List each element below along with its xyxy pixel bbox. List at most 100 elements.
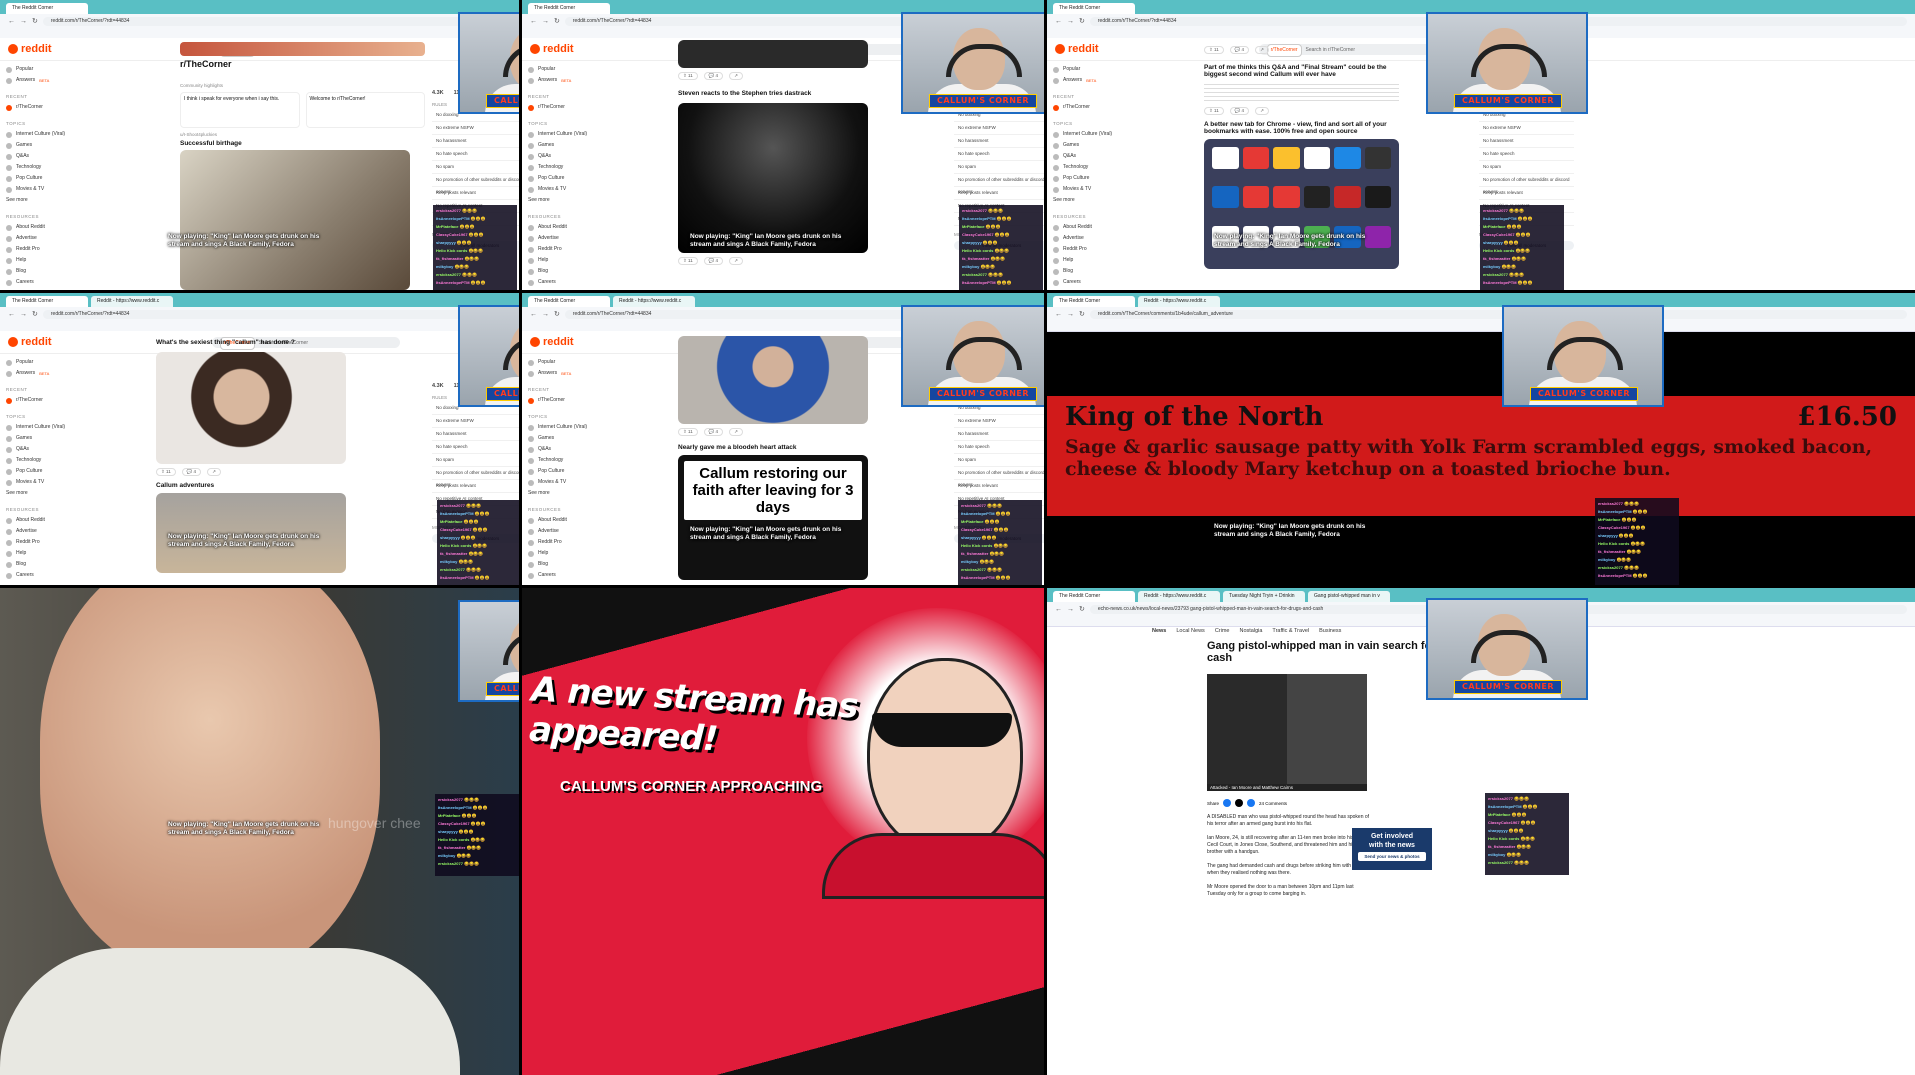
sidebar-item-topic[interactable]: Technology [528,455,598,466]
comment-icon[interactable]: 💬 4 [1229,107,1250,115]
sidebar-item-answers[interactable]: Answers BETA [1053,75,1123,86]
sidebar-item-topic[interactable]: Games [528,140,598,151]
sidebar-item-topic[interactable]: Internet Culture (Viral) [1053,129,1123,140]
news-nav-item[interactable]: Crime [1215,628,1230,634]
bookmark-tile[interactable] [1303,186,1330,209]
reload-icon[interactable]: ↻ [32,310,38,318]
post-media-top[interactable] [678,40,868,68]
sidebar-item-topic[interactable]: Q&As [6,151,76,162]
news-nav-item[interactable]: Business [1319,628,1341,634]
bookmark-tile[interactable] [1364,186,1391,209]
sidebar-item-popular[interactable]: Popular [6,357,76,368]
bookmark-tile[interactable] [1334,147,1361,169]
upvote-icon[interactable]: ⇧ 11 [678,428,698,436]
share-button[interactable]: ↗ [729,257,743,265]
rule-item[interactable]: No hate speech [432,441,519,454]
back-icon[interactable]: ← [1055,606,1062,613]
sidebar-item-thecorner[interactable]: r/TheCorner [528,102,598,113]
back-icon[interactable]: ← [1055,311,1062,318]
browser-tab[interactable]: Reddit - https://www.reddit.c [1138,591,1220,602]
sidebar-item-resource[interactable]: Blog [6,266,76,277]
sidebar-item-popular[interactable]: Popular [528,357,598,368]
news-promo[interactable]: Get involved with the news Send your news … [1352,828,1432,870]
sidebar-item-resource[interactable]: Advertise [528,526,598,537]
sidebar-item-resource[interactable]: Reddit Pro [6,537,76,548]
sidebar-item-resource[interactable]: Advertise [6,233,76,244]
forward-icon[interactable]: → [1067,18,1074,25]
see-more-link[interactable]: See more [528,488,598,499]
sidebar-item-resource[interactable]: Help [1053,255,1123,266]
sidebar-item-thecorner[interactable]: r/TheCorner [1053,102,1123,113]
rule-item[interactable]: No harassment [432,428,519,441]
post-title-2[interactable]: Callum adventures [156,482,346,489]
reload-icon[interactable]: ↻ [554,17,560,25]
rule-item[interactable]: No extreme NSFW [1479,122,1574,135]
post-title[interactable]: Successful birthage [180,140,425,147]
upvote-icon[interactable]: ⇧ 11 [1204,107,1224,115]
promo-button[interactable]: Send your news & photos [1358,852,1426,861]
sidebar-item-topic[interactable]: Technology [528,162,598,173]
reload-icon[interactable]: ↻ [554,310,560,318]
sidebar-item-resource[interactable]: Careers [528,277,598,288]
post-title[interactable]: Part of me thinks this Q&A and "Final St… [1204,64,1399,78]
sidebar-item-resource[interactable]: Help [6,255,76,266]
upvote-icon[interactable]: ⇧ 11 [678,257,698,265]
rule-item[interactable]: Keep posts relevant [432,187,519,200]
sidebar-item-topic[interactable]: Movies & TV [6,477,76,488]
bookmark-tile[interactable] [1273,147,1300,169]
rule-item[interactable]: No hate speech [954,148,1044,161]
rule-item[interactable]: No promotion of other subreddits or disc… [432,467,519,487]
ad-title[interactable]: A better new tab for Chrome - view, find… [1204,121,1399,135]
bookmark-tile[interactable] [1364,225,1391,248]
sidebar-item-resource[interactable]: Blog [528,559,598,570]
sidebar-item-topic[interactable]: Q&As [528,151,598,162]
see-more-link[interactable]: See more [6,195,76,206]
sidebar-item-resource[interactable]: About Reddit [6,222,76,233]
rule-item[interactable]: Keep posts relevant [432,480,519,493]
reddit-logo[interactable]: reddit [1055,43,1099,55]
sidebar-item-resource[interactable]: Advertise [528,233,598,244]
sidebar-item-topic[interactable]: Pop Culture [528,173,598,184]
rule-item[interactable]: No extreme NSFW [432,122,519,135]
bookmark-tile[interactable] [1303,147,1330,169]
news-nav-item[interactable]: Nostalgia [1239,628,1262,634]
sidebar-item-topic[interactable]: Games [1053,140,1123,151]
sidebar-item-resource[interactable]: Reddit Pro [6,244,76,255]
rule-item[interactable]: No spam [432,161,519,174]
forward-icon[interactable]: → [20,311,27,318]
sidebar-item-topic[interactable]: Games [6,140,76,151]
rule-item[interactable]: No extreme NSFW [432,415,519,428]
sidebar-item-thecorner[interactable]: r/TheCorner [6,102,76,113]
sidebar-item-topic[interactable]: Q&As [528,444,598,455]
share-button[interactable]: ↗ [1255,46,1269,54]
sidebar-item-topic[interactable]: Internet Culture (Viral) [528,129,598,140]
sidebar-item-resource[interactable]: Advertise [6,526,76,537]
bookmark-tile[interactable] [1364,147,1391,169]
rule-item[interactable]: No spam [1479,161,1574,174]
rule-item[interactable]: No promotion of other subreddits or disc… [954,174,1044,194]
sidebar-item-topic[interactable]: Pop Culture [1053,173,1123,184]
upvote-icon[interactable]: ⇧ 11 [1204,46,1224,54]
sidebar-item-topic[interactable]: Movies & TV [1053,184,1123,195]
back-icon[interactable]: ← [1055,18,1062,25]
reddit-logo[interactable]: reddit [530,43,574,55]
sidebar-item-resource[interactable]: Blog [528,266,598,277]
browser-tab[interactable]: The Reddit Corner [528,3,610,14]
rule-item[interactable]: No promotion of other subreddits or disc… [432,174,519,194]
sidebar-item-answers[interactable]: Answers BETA [528,368,598,379]
rule-item[interactable]: No harassment [954,428,1044,441]
back-icon[interactable]: ← [8,311,15,318]
sidebar-item-answers[interactable]: Answers BETA [6,75,76,86]
back-icon[interactable]: ← [530,311,537,318]
sidebar-item-topic[interactable]: Q&As [1053,151,1123,162]
news-nav-item[interactable]: News [1152,628,1166,634]
upvote-icon[interactable]: ⇧ 11 [156,468,176,476]
bookmark-tile[interactable] [1212,186,1239,209]
browser-tab[interactable]: The Reddit Corner [1053,591,1135,602]
highlight-card[interactable]: I think i speak for everyone when i say … [180,92,300,128]
forward-icon[interactable]: → [20,18,27,25]
bookmark-tile[interactable] [1273,186,1300,209]
sidebar-item-topic[interactable]: Technology [6,455,76,466]
comment-icon[interactable]: 💬 4 [703,72,724,80]
rule-item[interactable]: Keep posts relevant [1479,187,1574,200]
